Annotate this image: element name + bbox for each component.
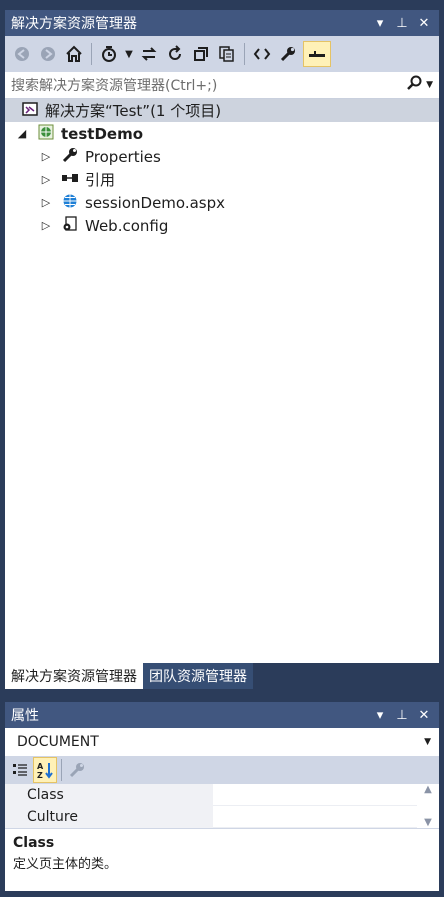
history-icon[interactable] <box>98 42 120 66</box>
expand-arrow-icon[interactable]: ▷ <box>39 173 53 186</box>
collapse-all-icon[interactable] <box>190 42 212 66</box>
forward-icon[interactable] <box>37 42 59 66</box>
expand-arrow-icon[interactable]: ▷ <box>39 219 53 232</box>
object-selector[interactable]: DOCUMENT ▼ <box>5 728 439 756</box>
solution-explorer-toolbar: ▼ <box>5 36 439 72</box>
object-selector-value: DOCUMENT <box>17 734 99 750</box>
panel-tabs: 解决方案资源管理器 团队资源管理器 <box>5 663 439 689</box>
home-icon[interactable] <box>63 42 85 66</box>
property-pages-wrench-icon[interactable] <box>66 758 88 782</box>
property-row-culture[interactable]: Culture <box>5 806 439 828</box>
categorized-icon[interactable] <box>9 758 31 782</box>
solution-tree: 解决方案“Test”(1 个项目) ◢ testDemo ▷ Propertie… <box>5 99 439 663</box>
solution-node[interactable]: 解决方案“Test”(1 个项目) <box>5 99 439 122</box>
scroll-down-icon[interactable]: ▼ <box>424 817 432 828</box>
tree-item-label: 引用 <box>85 171 116 189</box>
solution-search-box[interactable]: 搜索解决方案资源管理器(Ctrl+;) ▼ <box>5 72 439 99</box>
config-icon <box>59 215 81 236</box>
properties-titlebar: 属性 ▾ ⊥ ✕ <box>5 702 439 728</box>
tree-item-label: Properties <box>85 147 161 166</box>
solution-icon <box>19 101 41 121</box>
svg-text:A: A <box>37 762 44 771</box>
property-value[interactable] <box>213 784 439 806</box>
tree-item-properties[interactable]: ▷ Properties <box>5 145 439 168</box>
properties-panel: 属性 ▾ ⊥ ✕ DOCUMENT ▼ AZ Class Culture ▲ ▼ <box>5 702 439 891</box>
project-label: testDemo <box>61 124 144 143</box>
dropdown-icon[interactable]: ▾ <box>371 16 389 31</box>
web-page-icon <box>59 193 81 213</box>
tree-item-label: sessionDemo.aspx <box>85 193 226 212</box>
chevron-down-icon[interactable]: ▼ <box>424 737 431 747</box>
tree-item-references[interactable]: ▷ 引用 <box>5 168 439 191</box>
pin-icon[interactable]: ⊥ <box>393 16 411 31</box>
description-title: Class <box>13 835 55 851</box>
view-code-icon[interactable] <box>251 42 273 66</box>
scroll-up-icon[interactable]: ▲ <box>424 784 432 795</box>
expand-arrow-icon[interactable]: ▷ <box>39 196 53 209</box>
expand-arrow-icon[interactable]: ▷ <box>39 150 53 163</box>
web-project-icon <box>35 124 57 144</box>
pin-icon[interactable]: ⊥ <box>393 708 411 723</box>
solution-explorer-title: 解决方案资源管理器 <box>11 16 137 32</box>
dropdown-icon[interactable]: ▾ <box>371 708 389 723</box>
property-value[interactable] <box>213 806 439 828</box>
back-icon[interactable] <box>11 42 33 66</box>
solution-label: 解决方案“Test”(1 个项目) <box>45 102 222 120</box>
tab-team-explorer[interactable]: 团队资源管理器 <box>143 663 253 689</box>
properties-wrench-icon[interactable] <box>277 42 299 66</box>
search-options-chevron-icon[interactable]: ▼ <box>426 80 433 90</box>
toolbar-separator <box>91 43 92 65</box>
property-name: Culture <box>5 806 213 828</box>
toolbar-separator <box>244 43 245 65</box>
property-grid-scrollbar[interactable]: ▲ ▼ <box>417 784 439 828</box>
property-description: Class 定义页主体的类。 <box>5 828 439 880</box>
property-grid: Class Culture ▲ ▼ <box>5 784 439 828</box>
search-input[interactable]: 搜索解决方案资源管理器(Ctrl+;) <box>11 75 407 95</box>
tree-item-sessiondemo-aspx[interactable]: ▷ sessionDemo.aspx <box>5 191 439 214</box>
tree-item-label: Web.config <box>85 216 169 235</box>
sync-icon[interactable] <box>138 42 160 66</box>
chevron-down-icon[interactable]: ▼ <box>124 42 134 66</box>
search-icon[interactable] <box>407 75 423 95</box>
solution-explorer-panel: 解决方案资源管理器 ▾ ⊥ ✕ ▼ 搜索解决方案资源管理器(Ctrl+;) ▼ … <box>5 10 439 692</box>
close-icon[interactable]: ✕ <box>415 708 433 723</box>
wrench-icon <box>59 147 81 167</box>
show-all-files-icon[interactable] <box>216 42 238 66</box>
preview-selected-icon[interactable] <box>303 41 331 67</box>
properties-toolbar: AZ <box>5 756 439 784</box>
property-name: Class <box>5 784 213 806</box>
tab-solution-explorer[interactable]: 解决方案资源管理器 <box>5 663 143 689</box>
tree-item-web-config[interactable]: ▷ Web.config <box>5 214 439 237</box>
references-icon <box>59 172 81 188</box>
refresh-icon[interactable] <box>164 42 186 66</box>
close-icon[interactable]: ✕ <box>415 16 433 31</box>
description-text: 定义页主体的类。 <box>13 857 118 872</box>
collapse-arrow-icon[interactable]: ◢ <box>15 127 29 140</box>
toolbar-separator <box>61 759 62 781</box>
solution-explorer-titlebar: 解决方案资源管理器 ▾ ⊥ ✕ <box>5 10 439 36</box>
svg-text:Z: Z <box>37 771 43 779</box>
properties-title: 属性 <box>11 708 39 724</box>
property-row-class[interactable]: Class <box>5 784 439 806</box>
alphabetical-sort-icon[interactable]: AZ <box>33 757 57 783</box>
project-node[interactable]: ◢ testDemo <box>5 122 439 145</box>
